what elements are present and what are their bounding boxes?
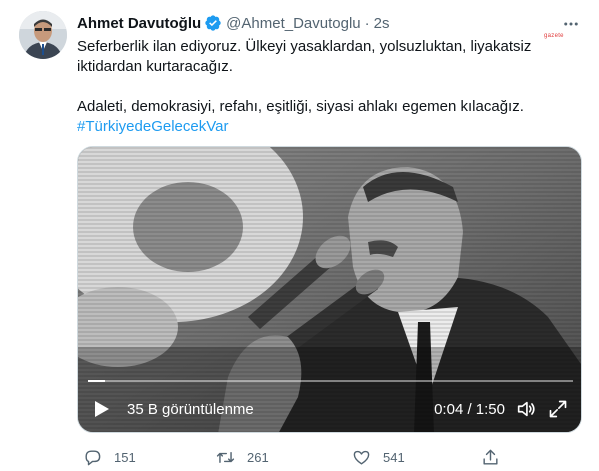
view-count: 35 B görüntülenme bbox=[127, 400, 254, 418]
author-handle[interactable]: @Ahmet_Davutoglu bbox=[226, 15, 360, 32]
avatar[interactable] bbox=[19, 11, 67, 59]
play-icon[interactable] bbox=[94, 400, 110, 418]
author-name[interactable]: Ahmet Davutoğlu bbox=[77, 15, 201, 32]
tweet-timestamp[interactable]: 2s bbox=[374, 15, 390, 32]
video-player[interactable]: 35 B görüntülenme 0:04 / 1:50 bbox=[77, 146, 582, 433]
reply-count: 151 bbox=[114, 449, 136, 465]
tweet-card[interactable]: Ahmet Davutoğlu @Ahmet_Davutoglu · 2s ga… bbox=[0, 0, 599, 471]
volume-icon[interactable] bbox=[515, 398, 537, 420]
heart-icon bbox=[352, 448, 371, 467]
tweet-text: Seferberlik ilan ediyoruz. Ülkeyi yasakl… bbox=[77, 37, 587, 137]
like-count: 541 bbox=[383, 449, 405, 465]
retweet-button[interactable]: 261 bbox=[216, 445, 269, 469]
verified-badge-icon bbox=[204, 14, 222, 32]
tweet-text-line: Seferberlik ilan ediyoruz. Ülkeyi yasakl… bbox=[77, 38, 532, 55]
retweet-icon bbox=[216, 448, 235, 467]
tweet-text-line: iktidardan kurtaracağız. bbox=[77, 58, 233, 75]
video-progress-bar[interactable] bbox=[88, 380, 573, 382]
video-timecode: 0:04 / 1:50 bbox=[434, 400, 505, 418]
reply-icon bbox=[83, 448, 102, 467]
hashtag-link[interactable]: #TürkiyedeGelecekVar bbox=[77, 118, 228, 135]
header-separator: · bbox=[364, 14, 370, 32]
share-button[interactable] bbox=[481, 445, 500, 469]
fullscreen-icon[interactable] bbox=[547, 398, 569, 420]
tweet-text-line: Adaleti, demokrasiyi, refahı, eşitliği, … bbox=[77, 98, 524, 115]
like-button[interactable]: 541 bbox=[352, 445, 405, 469]
video-progress-fill bbox=[88, 380, 106, 382]
video-controls: 35 B görüntülenme 0:04 / 1:50 bbox=[78, 386, 581, 432]
tweet-header: Ahmet Davutoğlu @Ahmet_Davutoglu · 2s bbox=[77, 13, 389, 33]
retweet-count: 261 bbox=[247, 449, 269, 465]
tweet-actions: 151 261 541 bbox=[77, 445, 507, 469]
share-icon bbox=[481, 448, 500, 467]
reply-button[interactable]: 151 bbox=[83, 445, 136, 469]
